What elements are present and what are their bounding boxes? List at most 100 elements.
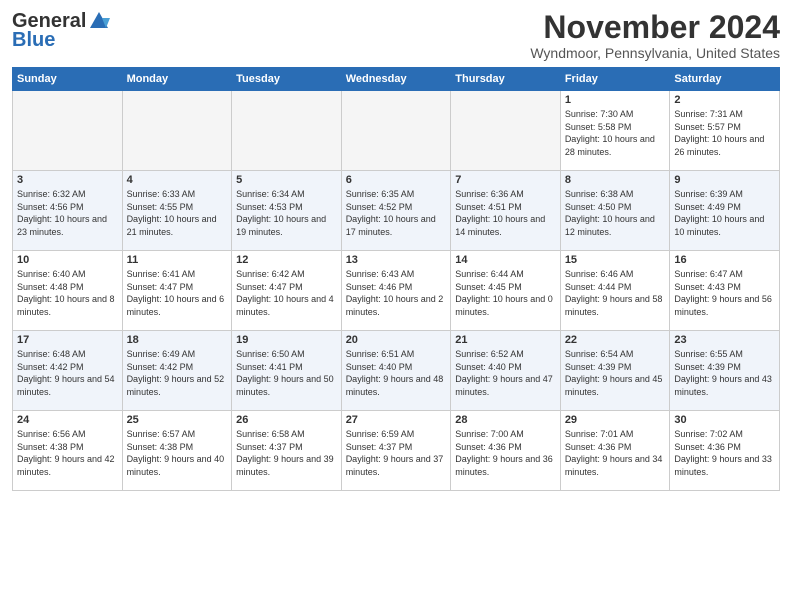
calendar-week-row: 3Sunrise: 6:32 AMSunset: 4:56 PMDaylight… [13, 171, 780, 251]
table-row: 6 Sunrise: 6:35 AMSunset: 4:52 PMDaylight… [341, 171, 451, 251]
day-info: Sunrise: 6:55 AMSunset: 4:39 PMDaylight:… [674, 348, 775, 398]
day-info: Sunrise: 6:48 AMSunset: 4:42 PMDaylight:… [17, 348, 118, 398]
table-row [122, 91, 232, 171]
day-number: 23 [674, 334, 775, 346]
day-info: Sunrise: 6:40 AMSunset: 4:48 PMDaylight:… [17, 268, 118, 318]
table-row: 26 Sunrise: 6:58 AMSunset: 4:37 PMDayligh… [232, 411, 342, 491]
logo-blue: Blue [12, 29, 55, 52]
col-thursday: Thursday [451, 68, 561, 91]
day-number: 15 [565, 254, 666, 266]
day-info: Sunrise: 6:57 AMSunset: 4:38 PMDaylight:… [127, 428, 228, 478]
day-number: 19 [236, 334, 337, 346]
page-header: General Blue November 2024 Wyndmoor, Pen… [12, 10, 780, 61]
table-row: 15 Sunrise: 6:46 AMSunset: 4:44 PMDayligh… [560, 251, 670, 331]
col-wednesday: Wednesday [341, 68, 451, 91]
calendar-header-row: Sunday Monday Tuesday Wednesday Thursday… [13, 68, 780, 91]
table-row: 19 Sunrise: 6:50 AMSunset: 4:41 PMDayligh… [232, 331, 342, 411]
table-row: 8 Sunrise: 6:38 AMSunset: 4:50 PMDaylight… [560, 171, 670, 251]
day-info: Sunrise: 6:44 AMSunset: 4:45 PMDaylight:… [455, 268, 556, 318]
day-number: 22 [565, 334, 666, 346]
day-info: Sunrise: 6:49 AMSunset: 4:42 PMDaylight:… [127, 348, 228, 398]
day-info: Sunrise: 7:30 AMSunset: 5:58 PMDaylight:… [565, 108, 666, 158]
day-info: Sunrise: 6:50 AMSunset: 4:41 PMDaylight:… [236, 348, 337, 398]
day-info: Sunrise: 7:31 AMSunset: 5:57 PMDaylight:… [674, 108, 775, 158]
table-row: 24 Sunrise: 6:56 AMSunset: 4:38 PMDayligh… [13, 411, 123, 491]
day-info: Sunrise: 6:47 AMSunset: 4:43 PMDaylight:… [674, 268, 775, 318]
day-info: Sunrise: 6:36 AMSunset: 4:51 PMDaylight:… [455, 188, 556, 238]
table-row: 22 Sunrise: 6:54 AMSunset: 4:39 PMDayligh… [560, 331, 670, 411]
table-row: 7 Sunrise: 6:36 AMSunset: 4:51 PMDaylight… [451, 171, 561, 251]
day-number: 11 [127, 254, 228, 266]
table-row: 2 Sunrise: 7:31 AMSunset: 5:57 PMDaylight… [670, 91, 780, 171]
day-number: 8 [565, 174, 666, 186]
table-row: 11Sunrise: 6:41 AMSunset: 4:47 PMDayligh… [122, 251, 232, 331]
day-number: 5 [236, 174, 337, 186]
calendar-table: Sunday Monday Tuesday Wednesday Thursday… [12, 67, 780, 491]
day-info: Sunrise: 6:43 AMSunset: 4:46 PMDaylight:… [346, 268, 447, 318]
table-row: 13 Sunrise: 6:43 AMSunset: 4:46 PMDayligh… [341, 251, 451, 331]
day-number: 14 [455, 254, 556, 266]
day-number: 4 [127, 174, 228, 186]
day-info: Sunrise: 6:32 AMSunset: 4:56 PMDaylight:… [17, 188, 118, 238]
month-title: November 2024 [530, 10, 780, 45]
day-number: 7 [455, 174, 556, 186]
logo: General Blue [12, 10, 110, 52]
day-number: 28 [455, 414, 556, 426]
day-info: Sunrise: 6:59 AMSunset: 4:37 PMDaylight:… [346, 428, 447, 478]
table-row: 9 Sunrise: 6:39 AMSunset: 4:49 PMDaylight… [670, 171, 780, 251]
day-info: Sunrise: 6:46 AMSunset: 4:44 PMDaylight:… [565, 268, 666, 318]
table-row: 23 Sunrise: 6:55 AMSunset: 4:39 PMDayligh… [670, 331, 780, 411]
table-row [232, 91, 342, 171]
day-number: 12 [236, 254, 337, 266]
table-row: 30 Sunrise: 7:02 AMSunset: 4:36 PMDayligh… [670, 411, 780, 491]
table-row: 20Sunrise: 6:51 AMSunset: 4:40 PMDayligh… [341, 331, 451, 411]
table-row: 25 Sunrise: 6:57 AMSunset: 4:38 PMDayligh… [122, 411, 232, 491]
table-row [13, 91, 123, 171]
table-row: 10 Sunrise: 6:40 AMSunset: 4:48 PMDayligh… [13, 251, 123, 331]
col-monday: Monday [122, 68, 232, 91]
day-number: 17 [17, 334, 118, 346]
day-info: Sunrise: 7:01 AMSunset: 4:36 PMDaylight:… [565, 428, 666, 478]
day-number: 10 [17, 254, 118, 266]
day-number: 25 [127, 414, 228, 426]
day-info: Sunrise: 6:54 AMSunset: 4:39 PMDaylight:… [565, 348, 666, 398]
table-row: 5 Sunrise: 6:34 AMSunset: 4:53 PMDaylight… [232, 171, 342, 251]
calendar-week-row: 24 Sunrise: 6:56 AMSunset: 4:38 PMDayligh… [13, 411, 780, 491]
day-info: Sunrise: 6:38 AMSunset: 4:50 PMDaylight:… [565, 188, 666, 238]
table-row: 17 Sunrise: 6:48 AMSunset: 4:42 PMDayligh… [13, 331, 123, 411]
day-info: Sunrise: 6:35 AMSunset: 4:52 PMDaylight:… [346, 188, 447, 238]
logo-icon [88, 10, 110, 32]
calendar-week-row: 17 Sunrise: 6:48 AMSunset: 4:42 PMDayligh… [13, 331, 780, 411]
day-info: Sunrise: 6:39 AMSunset: 4:49 PMDaylight:… [674, 188, 775, 238]
table-row: 1Sunrise: 7:30 AMSunset: 5:58 PMDaylight… [560, 91, 670, 171]
table-row [341, 91, 451, 171]
day-info: Sunrise: 6:52 AMSunset: 4:40 PMDaylight:… [455, 348, 556, 398]
day-info: Sunrise: 7:02 AMSunset: 4:36 PMDaylight:… [674, 428, 775, 478]
col-friday: Friday [560, 68, 670, 91]
day-info: Sunrise: 6:42 AMSunset: 4:47 PMDaylight:… [236, 268, 337, 318]
day-info: Sunrise: 7:00 AMSunset: 4:36 PMDaylight:… [455, 428, 556, 478]
day-number: 24 [17, 414, 118, 426]
day-number: 18 [127, 334, 228, 346]
day-info: Sunrise: 6:56 AMSunset: 4:38 PMDaylight:… [17, 428, 118, 478]
day-info: Sunrise: 6:34 AMSunset: 4:53 PMDaylight:… [236, 188, 337, 238]
day-number: 29 [565, 414, 666, 426]
table-row: 4Sunrise: 6:33 AMSunset: 4:55 PMDaylight… [122, 171, 232, 251]
table-row: 18 Sunrise: 6:49 AMSunset: 4:42 PMDayligh… [122, 331, 232, 411]
table-row: 12 Sunrise: 6:42 AMSunset: 4:47 PMDayligh… [232, 251, 342, 331]
table-row [451, 91, 561, 171]
day-number: 6 [346, 174, 447, 186]
calendar-week-row: 10 Sunrise: 6:40 AMSunset: 4:48 PMDayligh… [13, 251, 780, 331]
day-info: Sunrise: 6:58 AMSunset: 4:37 PMDaylight:… [236, 428, 337, 478]
day-number: 20 [346, 334, 447, 346]
day-number: 2 [674, 94, 775, 106]
day-number: 9 [674, 174, 775, 186]
day-number: 13 [346, 254, 447, 266]
col-saturday: Saturday [670, 68, 780, 91]
location-subtitle: Wyndmoor, Pennsylvania, United States [530, 45, 780, 61]
day-number: 27 [346, 414, 447, 426]
table-row: 3Sunrise: 6:32 AMSunset: 4:56 PMDaylight… [13, 171, 123, 251]
day-number: 26 [236, 414, 337, 426]
table-row: 16Sunrise: 6:47 AMSunset: 4:43 PMDayligh… [670, 251, 780, 331]
day-number: 30 [674, 414, 775, 426]
